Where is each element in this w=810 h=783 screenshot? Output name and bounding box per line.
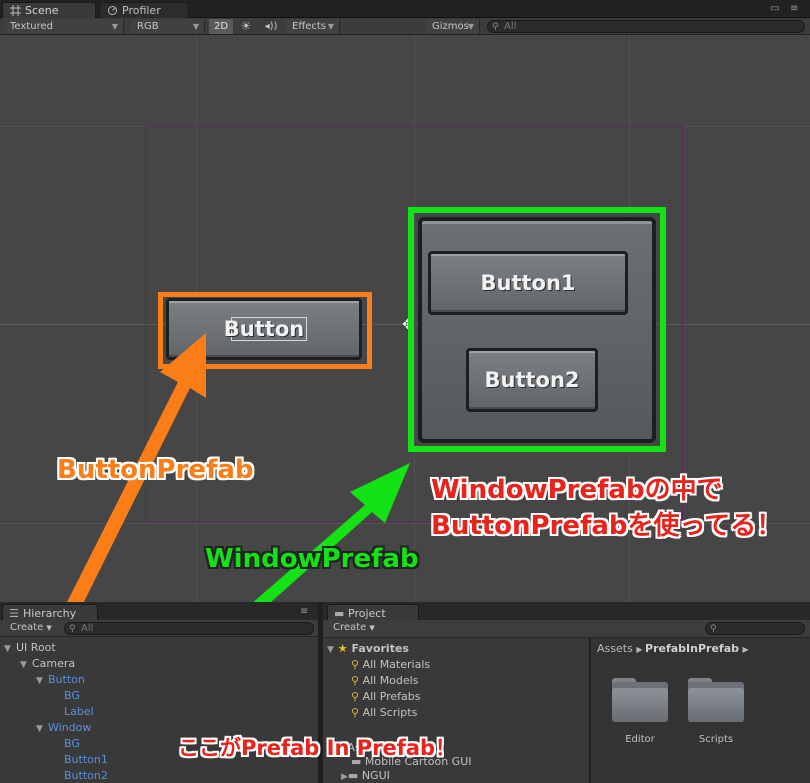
- annotation-button-prefab: ButtonPrefab: [57, 455, 254, 485]
- profiler-icon: [108, 6, 117, 15]
- search-icon: ⚲: [492, 22, 499, 32]
- chevron-down-icon: ▼: [192, 22, 199, 31]
- hierarchy-item-label: UI Root: [16, 641, 56, 654]
- scene-search-input[interactable]: ⚲ All: [487, 20, 805, 33]
- effects-dropdown[interactable]: Effects ▼: [286, 19, 340, 34]
- breadcrumb: Assets ▶ PrefabInPrefab ▶: [597, 642, 749, 655]
- hierarchy-title: Hierarchy: [23, 607, 77, 620]
- lighting-toggle-icon[interactable]: ☀: [236, 19, 256, 34]
- expand-arrow-icon[interactable]: ▼: [4, 642, 16, 656]
- project-search-input[interactable]: ⚲: [705, 622, 805, 635]
- hierarchy-search-placeholder: All: [81, 623, 94, 634]
- breadcrumb-assets[interactable]: Assets: [597, 642, 633, 655]
- hierarchy-item-label: Button: [48, 673, 85, 686]
- favorite-label: All Scripts: [362, 706, 418, 719]
- chevron-down-icon: ▼: [327, 22, 334, 31]
- expand-arrow-icon[interactable]: ▼: [327, 645, 334, 655]
- hierarchy-item-label-node[interactable]: Label: [64, 705, 94, 719]
- hierarchy-search-input[interactable]: ⚲ All: [64, 622, 314, 635]
- folder-editor-label: Editor: [625, 734, 655, 745]
- annotation-prefab-in-prefab: ここがPrefab In Prefab！: [178, 736, 457, 760]
- favorite-all-prefabs[interactable]: ⚲ All Prefabs: [351, 690, 421, 703]
- project-create-button[interactable]: Create ▼: [333, 622, 375, 633]
- expand-arrow-icon[interactable]: ▼: [36, 722, 48, 736]
- folder-editor-icon[interactable]: [612, 678, 668, 722]
- hierarchy-toolbar: Create ▼ ⚲ All: [0, 620, 318, 637]
- expand-arrow-icon[interactable]: ▼: [20, 658, 32, 672]
- annotation-note-line2: ButtonPrefabを使ってる！: [431, 511, 783, 541]
- search-icon: ⚲: [351, 658, 360, 671]
- folder-icon: ▬: [347, 769, 359, 782]
- scene-toolbar: Textured ▼ RGB ▼ 2D ☀ ◂)) Effects ▼ Gizm…: [0, 18, 810, 35]
- search-icon: ⚲: [351, 674, 360, 687]
- search-icon: ⚲: [710, 624, 717, 634]
- hierarchy-item-window[interactable]: ▼ Window: [36, 721, 91, 736]
- render-mode-label: Textured: [10, 21, 53, 32]
- search-icon: ⚲: [351, 706, 360, 719]
- hierarchy-item-button[interactable]: ▼ Button: [36, 673, 85, 688]
- menu-icon[interactable]: ≡: [300, 606, 308, 617]
- project-content: Assets ▶ PrefabInPrefab ▶ Editor Scripts: [590, 638, 810, 783]
- hierarchy-tab-bar: ☰ Hierarchy ≡: [0, 602, 318, 622]
- annotation-window-prefab: WindowPrefab: [205, 544, 419, 574]
- project-toolbar: Create ▼ ⚲: [323, 620, 810, 638]
- favorite-label: All Models: [362, 674, 419, 687]
- search-icon: ⚲: [69, 624, 76, 634]
- gizmos-label: Gizmos: [432, 21, 469, 32]
- tab-profiler-label: Profiler: [122, 4, 161, 17]
- breadcrumb-prefabinprefab[interactable]: PrefabInPrefab: [645, 642, 739, 655]
- folder-scripts-icon[interactable]: [688, 678, 744, 722]
- favorite-all-materials[interactable]: ⚲ All Materials: [351, 658, 430, 671]
- hierarchy-create-label: Create: [10, 622, 44, 633]
- favorite-all-models[interactable]: ⚲ All Models: [351, 674, 418, 687]
- scene-search-placeholder: All: [504, 21, 517, 32]
- star-icon: ★: [337, 642, 348, 655]
- tab-scene[interactable]: Scene: [2, 2, 96, 18]
- menu-icon[interactable]: ≡: [790, 3, 798, 14]
- asset-folder-label: NGUI: [361, 769, 390, 782]
- chevron-down-icon: ▼: [467, 22, 474, 31]
- favorite-label: All Prefabs: [362, 690, 421, 703]
- hierarchy-item-button1[interactable]: Button1: [64, 753, 108, 767]
- hierarchy-item-button2[interactable]: Button2: [64, 769, 108, 783]
- effects-label: Effects: [292, 21, 326, 32]
- color-mode-dropdown[interactable]: RGB ▼: [131, 19, 205, 34]
- lock-icon[interactable]: ▭: [770, 3, 779, 14]
- chevron-down-icon: ▼: [46, 624, 52, 632]
- chevron-right-icon: ▶: [742, 645, 749, 654]
- project-title: Project: [348, 607, 386, 620]
- folder-scripts-label: Scripts: [698, 734, 734, 745]
- asset-folder-ngui[interactable]: ▶▬ NGUI: [341, 769, 390, 782]
- expand-arrow-icon[interactable]: ▶: [341, 772, 348, 782]
- editor-tab-bar: Scene Profiler ▭ ≡: [0, 0, 810, 18]
- hierarchy-item-window-bg[interactable]: BG: [64, 737, 80, 751]
- hierarchy-item-camera[interactable]: ▼ Camera: [20, 657, 75, 672]
- favorites-header[interactable]: ▼ ★ Favorites: [327, 642, 409, 655]
- hierarchy-create-button[interactable]: Create ▼: [10, 622, 52, 633]
- gizmos-dropdown[interactable]: Gizmos ▼: [426, 19, 480, 34]
- chevron-down-icon: ▼: [369, 624, 375, 632]
- search-icon: ⚲: [351, 690, 360, 703]
- hierarchy-item-ui-root[interactable]: ▼ UI Root: [4, 641, 56, 656]
- favorites-label: Favorites: [351, 642, 409, 655]
- color-mode-label: RGB: [137, 21, 159, 32]
- chevron-right-icon: ▶: [636, 645, 646, 654]
- annotation-note-line1: WindowPrefabの中で: [431, 475, 723, 505]
- chevron-down-icon: ▼: [111, 22, 118, 31]
- hierarchy-item-label: Camera: [32, 657, 76, 670]
- hierarchy-item-label: Window: [48, 721, 92, 734]
- toggle-2d-button[interactable]: 2D: [209, 19, 233, 34]
- project-create-label: Create: [333, 622, 367, 633]
- expand-arrow-icon[interactable]: ▼: [36, 674, 48, 688]
- grid-icon: [10, 5, 21, 16]
- render-mode-dropdown[interactable]: Textured ▼: [4, 19, 124, 34]
- tab-scene-label: Scene: [25, 4, 59, 17]
- hierarchy-item-bg[interactable]: BG: [64, 689, 80, 703]
- tab-profiler[interactable]: Profiler: [99, 2, 189, 18]
- favorite-label: All Materials: [362, 658, 431, 671]
- audio-toggle-icon[interactable]: ◂)): [260, 19, 282, 34]
- project-tab-bar: ▬ Project: [323, 602, 810, 622]
- favorite-all-scripts[interactable]: ⚲ All Scripts: [351, 706, 417, 719]
